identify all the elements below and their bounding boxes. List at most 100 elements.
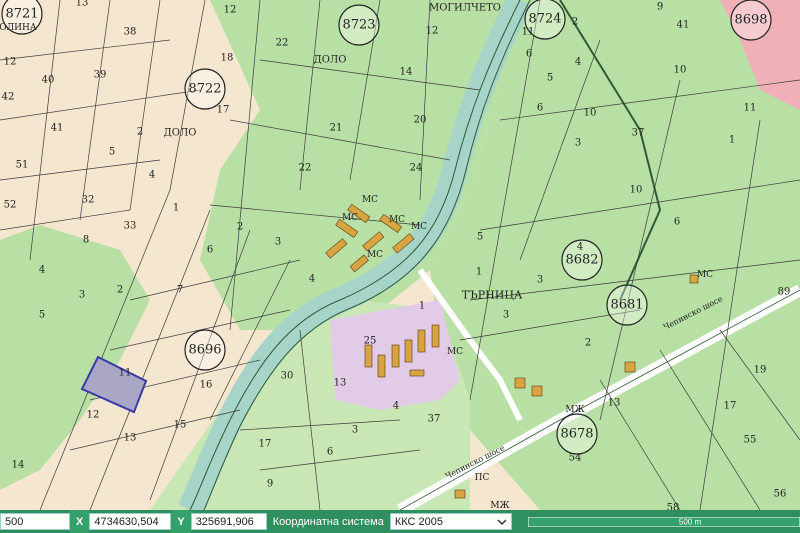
parcel-number: 24: [409, 162, 423, 174]
parcel-number: 4: [574, 56, 582, 68]
parcel-number: 20: [413, 114, 427, 126]
parcel-number: 25: [363, 335, 377, 347]
parcel-number: 8: [82, 234, 90, 246]
parcel-number: 3: [351, 424, 359, 436]
sheet-label: 8696: [188, 342, 222, 358]
parcel-number: 55: [743, 434, 757, 446]
parcel-number: 9: [656, 1, 664, 13]
parcel-number: 3: [78, 289, 86, 301]
parcel-number: 18: [220, 52, 234, 64]
parcel-number: 12: [223, 4, 237, 16]
parcel-number: 2: [136, 126, 144, 138]
building-tag: ПС: [474, 473, 490, 483]
sheet-label: 8721: [5, 6, 39, 22]
y-label: Y: [171, 510, 191, 533]
parcel-number: 22: [298, 162, 312, 174]
parcel-number: 4: [308, 273, 316, 285]
parcel-number: 9: [266, 478, 274, 490]
parcel-number: 42: [1, 91, 15, 103]
parcel-number: 15: [173, 419, 187, 431]
x-coordinate-value: 4734630,504: [94, 515, 159, 528]
parcel-number: 17: [723, 400, 737, 412]
parcel-number: 5: [476, 231, 484, 243]
building-tag: МС: [696, 270, 714, 280]
parcel-number: 10: [629, 184, 643, 196]
parcel-number: 6: [206, 244, 214, 256]
y-coordinate-field[interactable]: 325691,906: [190, 513, 267, 530]
parcel-number: 2: [116, 284, 124, 296]
parcel-number: 4: [148, 169, 156, 181]
parcel-number: 32: [81, 194, 95, 206]
parcel-number: 22: [275, 37, 289, 49]
place-label: МОГИЛЧЕТО: [428, 2, 502, 14]
parcel-number: 3: [536, 274, 544, 286]
parcel-number: 2: [236, 221, 244, 233]
parcel-number: 12: [86, 409, 100, 421]
parcel-number: 41: [676, 19, 690, 31]
parcel-number: 19: [753, 364, 767, 376]
building-tag: МС: [366, 250, 384, 260]
building-tag: МС: [341, 213, 359, 223]
parcel-number: 13: [75, 0, 89, 9]
x-label: X: [70, 510, 90, 533]
x-coordinate-field[interactable]: 4734630,504: [89, 513, 172, 530]
coordinate-system-select[interactable]: ККС 2005: [389, 513, 512, 530]
parcel-number: 13: [123, 432, 137, 444]
scale-value: 500: [5, 515, 24, 528]
parcel-number: 40: [41, 74, 55, 86]
parcel-number: 13: [333, 377, 347, 389]
place-label: ДОЛО: [313, 54, 347, 66]
sheet-label: 8682: [565, 252, 599, 268]
parcel-number: 17: [216, 104, 230, 116]
parcel-number: 37: [427, 413, 441, 425]
sheet-label: 8724: [528, 11, 562, 27]
parcel-number: 11: [521, 26, 535, 38]
place-label: ДОЛО: [163, 127, 197, 139]
sheet-label: 8698: [734, 12, 768, 28]
parcel-number: 11: [118, 367, 132, 379]
parcel-number: 54: [568, 452, 582, 464]
place-label: ОЛИНА: [0, 23, 37, 33]
parcel-number: 2: [584, 337, 592, 349]
y-coordinate-value: 325691,906: [195, 515, 254, 528]
parcel-number: 10: [583, 107, 597, 119]
parcel-number: 10: [673, 64, 687, 76]
scale-field[interactable]: 500: [0, 513, 70, 530]
place-label: ТЪРНИЦА: [461, 288, 523, 302]
building-tag: МС: [446, 347, 464, 357]
parcel-number: 5: [38, 309, 46, 321]
parcel-number: 3: [274, 236, 282, 248]
parcel-number: 14: [399, 66, 413, 78]
parcel-number: 16: [199, 379, 213, 391]
parcel-number: 6: [326, 446, 334, 458]
parcel-number: 17: [258, 438, 272, 450]
parcel-number: 2: [571, 16, 579, 28]
sheet-label: 8681: [610, 297, 644, 313]
parcel-number: 38: [123, 26, 137, 38]
parcel-number: 1: [475, 266, 483, 278]
parcel-number: 6: [536, 102, 544, 114]
parcel-number: 21: [329, 122, 343, 134]
parcel-number: 3: [502, 309, 510, 321]
coordinate-system-value: ККС 2005: [394, 515, 444, 528]
parcel-number: 4: [576, 241, 584, 253]
parcel-number: 4: [38, 264, 46, 276]
parcel-number: 89: [777, 286, 791, 298]
coordinate-system-label: Координатна система: [272, 515, 384, 528]
parcel-number: 12: [3, 56, 17, 68]
parcel-number: 41: [50, 122, 64, 134]
chevron-down-icon: [497, 518, 507, 525]
scale-bar-label: 500 m: [678, 517, 702, 527]
parcel-number: 56: [773, 488, 787, 500]
building-tag: МЖ: [565, 405, 585, 415]
parcel-number: 33: [123, 220, 137, 232]
building-tag: МС: [361, 195, 379, 205]
building-tag: МС: [388, 215, 406, 225]
parcel-number: 1: [418, 300, 426, 312]
parcel-number: 14: [11, 459, 25, 471]
parcel-number: 6: [525, 48, 533, 60]
scale-bar: [528, 517, 800, 527]
parcel-number: 39: [93, 69, 107, 81]
parcel-number: 1: [172, 202, 180, 214]
building-tag: МС: [410, 222, 428, 232]
